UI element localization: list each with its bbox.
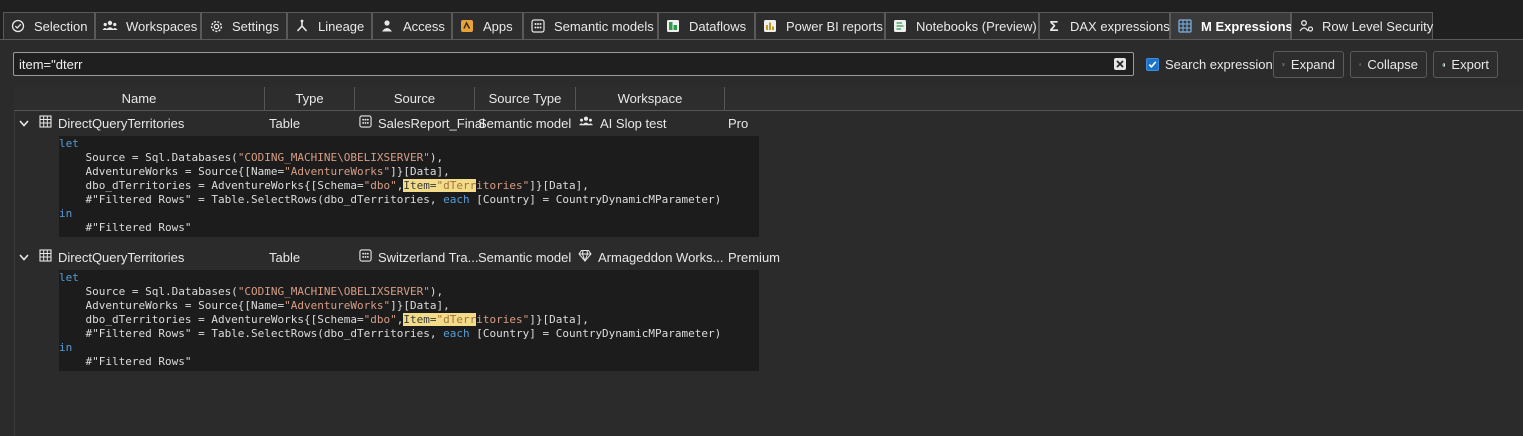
row-expander[interactable] xyxy=(19,246,29,268)
expressions-grid: Name Type Source Source Type Workspace D… xyxy=(14,87,1523,436)
tab-label: Dataflows xyxy=(689,18,747,34)
person-icon xyxy=(379,18,395,34)
export-button[interactable]: Export xyxy=(1433,51,1498,78)
name-cell: DirectQueryTerritories xyxy=(39,112,184,134)
tab-semantic-models[interactable]: Semantic models xyxy=(523,12,658,39)
sigma-icon: Σ xyxy=(1049,17,1059,35)
workspace-cell: AI Slop test xyxy=(578,112,666,134)
expand-label: Expand xyxy=(1290,57,1335,72)
row-workspace: Armageddon Works... xyxy=(598,249,724,265)
tab-workspaces[interactable]: Workspaces xyxy=(95,12,201,39)
row-source-type: Semantic model xyxy=(478,249,572,265)
row-name: DirectQueryTerritories xyxy=(58,115,185,131)
m-code-block: let Source = Sql.Databases("CODING_MACHI… xyxy=(59,136,759,237)
tab-apps[interactable]: Apps xyxy=(452,12,523,39)
search-expressions-label: Search expressions xyxy=(1165,57,1280,72)
search-match-highlight: Item="dTerr xyxy=(403,179,477,192)
tab-label: Settings xyxy=(232,18,279,34)
notebook-icon xyxy=(892,18,908,34)
table-row[interactable]: DirectQueryTerritories Table Switzerland… xyxy=(14,246,914,268)
tab-label: Semantic models xyxy=(554,18,654,34)
chevron-down-icon[interactable] xyxy=(19,252,29,262)
diamond-icon xyxy=(578,249,592,265)
dataflow-icon xyxy=(665,18,681,34)
tab-label: Access xyxy=(403,18,445,34)
column-header-name[interactable]: Name xyxy=(14,87,265,111)
row-source-type: Semantic model xyxy=(478,115,572,131)
clear-search-button[interactable] xyxy=(1114,58,1126,70)
search-expressions-option[interactable]: Search expressions xyxy=(1146,57,1279,72)
close-icon xyxy=(1116,60,1124,68)
tab-dataflows[interactable]: Dataflows xyxy=(658,12,755,39)
column-header-workspace[interactable]: Workspace xyxy=(576,87,725,111)
row-type: Table xyxy=(269,249,301,265)
row-source: SalesReport_Final xyxy=(378,115,485,131)
tab-m-expressions[interactable]: M Expressions xyxy=(1170,12,1293,39)
tab-label: Power BI reports xyxy=(786,18,883,34)
expand-button[interactable]: Expand xyxy=(1273,51,1344,78)
source-cell: Switzerland Tra... xyxy=(359,246,478,268)
tab-power-bi-reports[interactable]: Power BI reports xyxy=(755,12,885,39)
tab-label: Lineage xyxy=(318,18,365,34)
semantic-model-icon xyxy=(530,18,546,34)
search-match-highlight: Item="dTerr xyxy=(403,313,477,326)
search-input[interactable] xyxy=(19,55,1099,73)
gear-icon xyxy=(208,18,224,34)
m-code-block: let Source = Sql.Databases("CODING_MACHI… xyxy=(59,270,759,371)
column-header-source[interactable]: Source xyxy=(355,87,475,111)
tab-label: Workspaces xyxy=(126,18,198,34)
row-source: Switzerland Tra... xyxy=(378,249,479,265)
lineage-icon xyxy=(294,18,310,34)
column-header-filler xyxy=(725,87,1523,111)
collapse-label: Collapse xyxy=(1367,57,1418,72)
export-label: Export xyxy=(1451,57,1489,72)
tab-label: Apps xyxy=(483,18,513,34)
column-header-type[interactable]: Type xyxy=(265,87,355,111)
apps-icon xyxy=(459,18,475,34)
table-row[interactable]: DirectQueryTerritories Table SalesReport… xyxy=(14,112,914,134)
checkmark-icon xyxy=(1148,61,1157,68)
grid-left-border xyxy=(14,111,15,436)
collapse-icon xyxy=(1359,63,1362,66)
row-security-icon xyxy=(1298,18,1314,34)
chevron-down-icon[interactable] xyxy=(19,118,29,128)
row-type: Table xyxy=(269,115,301,131)
row-capacity: Pro xyxy=(728,115,749,131)
tab-row-level-security[interactable]: Row Level Security xyxy=(1291,12,1433,39)
tab-settings[interactable]: Settings xyxy=(201,12,287,39)
tab-bar-divider xyxy=(0,39,1523,40)
table-icon xyxy=(39,249,52,265)
row-workspace: AI Slop test xyxy=(600,115,667,131)
tab-lineage[interactable]: Lineage xyxy=(287,12,372,39)
semantic-model-icon xyxy=(359,249,372,265)
semantic-model-icon xyxy=(359,115,372,131)
tab-label: DAX expressions xyxy=(1070,18,1170,34)
tab-label: Selection xyxy=(34,18,88,34)
search-expressions-checkbox[interactable] xyxy=(1146,58,1159,71)
tab-label: Notebooks (Preview) xyxy=(916,18,1037,34)
tab-notebooks[interactable]: Notebooks (Preview) xyxy=(885,12,1039,39)
tab-label: M Expressions xyxy=(1201,18,1293,34)
people-icon xyxy=(578,115,594,131)
tab-access[interactable]: Access xyxy=(372,12,452,39)
table-icon xyxy=(39,115,52,131)
report-icon xyxy=(762,18,778,34)
m-expression-icon xyxy=(1177,18,1193,34)
search-field xyxy=(13,52,1134,76)
people-icon xyxy=(102,18,118,34)
excel-icon xyxy=(1442,63,1446,66)
row-expander[interactable] xyxy=(19,112,29,134)
source-cell: SalesReport_Final xyxy=(359,112,485,134)
tab-dax-expressions[interactable]: Σ DAX expressions xyxy=(1039,12,1170,39)
check-circle-icon xyxy=(10,18,26,34)
tab-label: Row Level Security xyxy=(1322,18,1434,34)
column-header-source-type[interactable]: Source Type xyxy=(475,87,576,111)
workspace-cell: Armageddon Works... xyxy=(578,246,723,268)
row-capacity: Premium xyxy=(728,249,781,265)
tab-selection[interactable]: Selection xyxy=(3,12,95,39)
row-name: DirectQueryTerritories xyxy=(58,249,185,265)
collapse-button[interactable]: Collapse xyxy=(1350,51,1427,78)
name-cell: DirectQueryTerritories xyxy=(39,246,184,268)
expand-icon xyxy=(1282,63,1285,66)
